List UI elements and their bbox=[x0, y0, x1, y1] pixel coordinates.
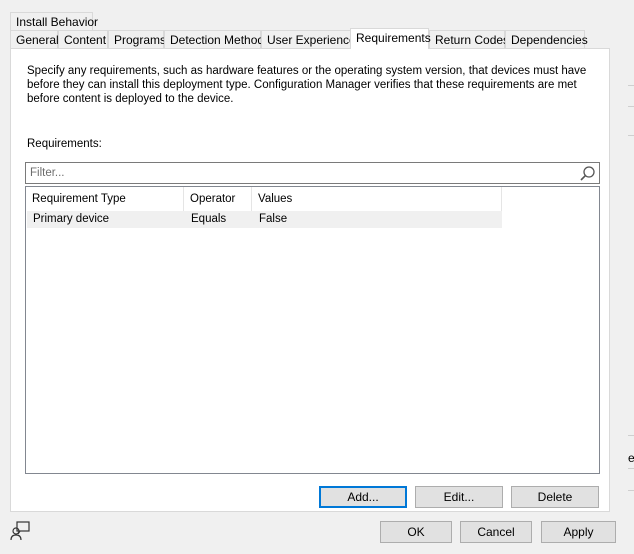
tab-user-experience[interactable]: User Experience bbox=[261, 30, 356, 49]
background-window-edge bbox=[628, 435, 634, 436]
apply-button[interactable]: Apply bbox=[541, 521, 616, 543]
delete-button[interactable]: Delete bbox=[511, 486, 599, 508]
cancel-button[interactable]: Cancel bbox=[460, 521, 532, 543]
cell-operator: Equals bbox=[191, 213, 227, 225]
requirements-description: Specify any requirements, such as hardwa… bbox=[27, 65, 587, 105]
tab-content[interactable]: Content bbox=[58, 30, 108, 49]
background-window-edge bbox=[628, 135, 634, 136]
table-row[interactable]: Primary device Equals False bbox=[27, 211, 502, 228]
requirements-label: Requirements: bbox=[27, 138, 102, 150]
requirements-list[interactable]: Requirement Type Operator Values Primary… bbox=[25, 186, 600, 474]
tab-return-codes[interactable]: Return Codes bbox=[429, 30, 509, 49]
edit-button[interactable]: Edit... bbox=[415, 486, 503, 508]
column-header-operator[interactable]: Operator bbox=[184, 187, 252, 211]
tab-detection-method[interactable]: Detection Method bbox=[164, 30, 264, 49]
filter-input[interactable] bbox=[28, 165, 580, 181]
tab-general[interactable]: General bbox=[10, 30, 59, 49]
cell-requirement-type: Primary device bbox=[33, 213, 110, 225]
tab-install-behavior[interactable]: Install Behavior bbox=[10, 12, 98, 31]
filter-box bbox=[25, 162, 600, 184]
column-header-requirement-type[interactable]: Requirement Type bbox=[26, 187, 184, 211]
background-window-edge bbox=[628, 85, 634, 86]
background-window-edge bbox=[628, 468, 634, 469]
user-feedback-icon[interactable] bbox=[9, 520, 31, 542]
ok-button[interactable]: OK bbox=[380, 521, 452, 543]
cell-values: False bbox=[259, 213, 288, 225]
background-window-text: e bbox=[628, 451, 634, 465]
requirements-panel: Specify any requirements, such as hardwa… bbox=[10, 48, 610, 512]
search-icon[interactable] bbox=[579, 165, 596, 182]
add-button[interactable]: Add... bbox=[319, 486, 407, 508]
background-window-edge bbox=[628, 106, 634, 107]
tab-programs[interactable]: Programs bbox=[108, 30, 166, 49]
tab-dependencies[interactable]: Dependencies bbox=[505, 30, 588, 49]
column-header-values[interactable]: Values bbox=[252, 187, 502, 211]
background-window-edge bbox=[628, 490, 634, 491]
tab-requirements[interactable]: Requirements bbox=[350, 28, 431, 49]
